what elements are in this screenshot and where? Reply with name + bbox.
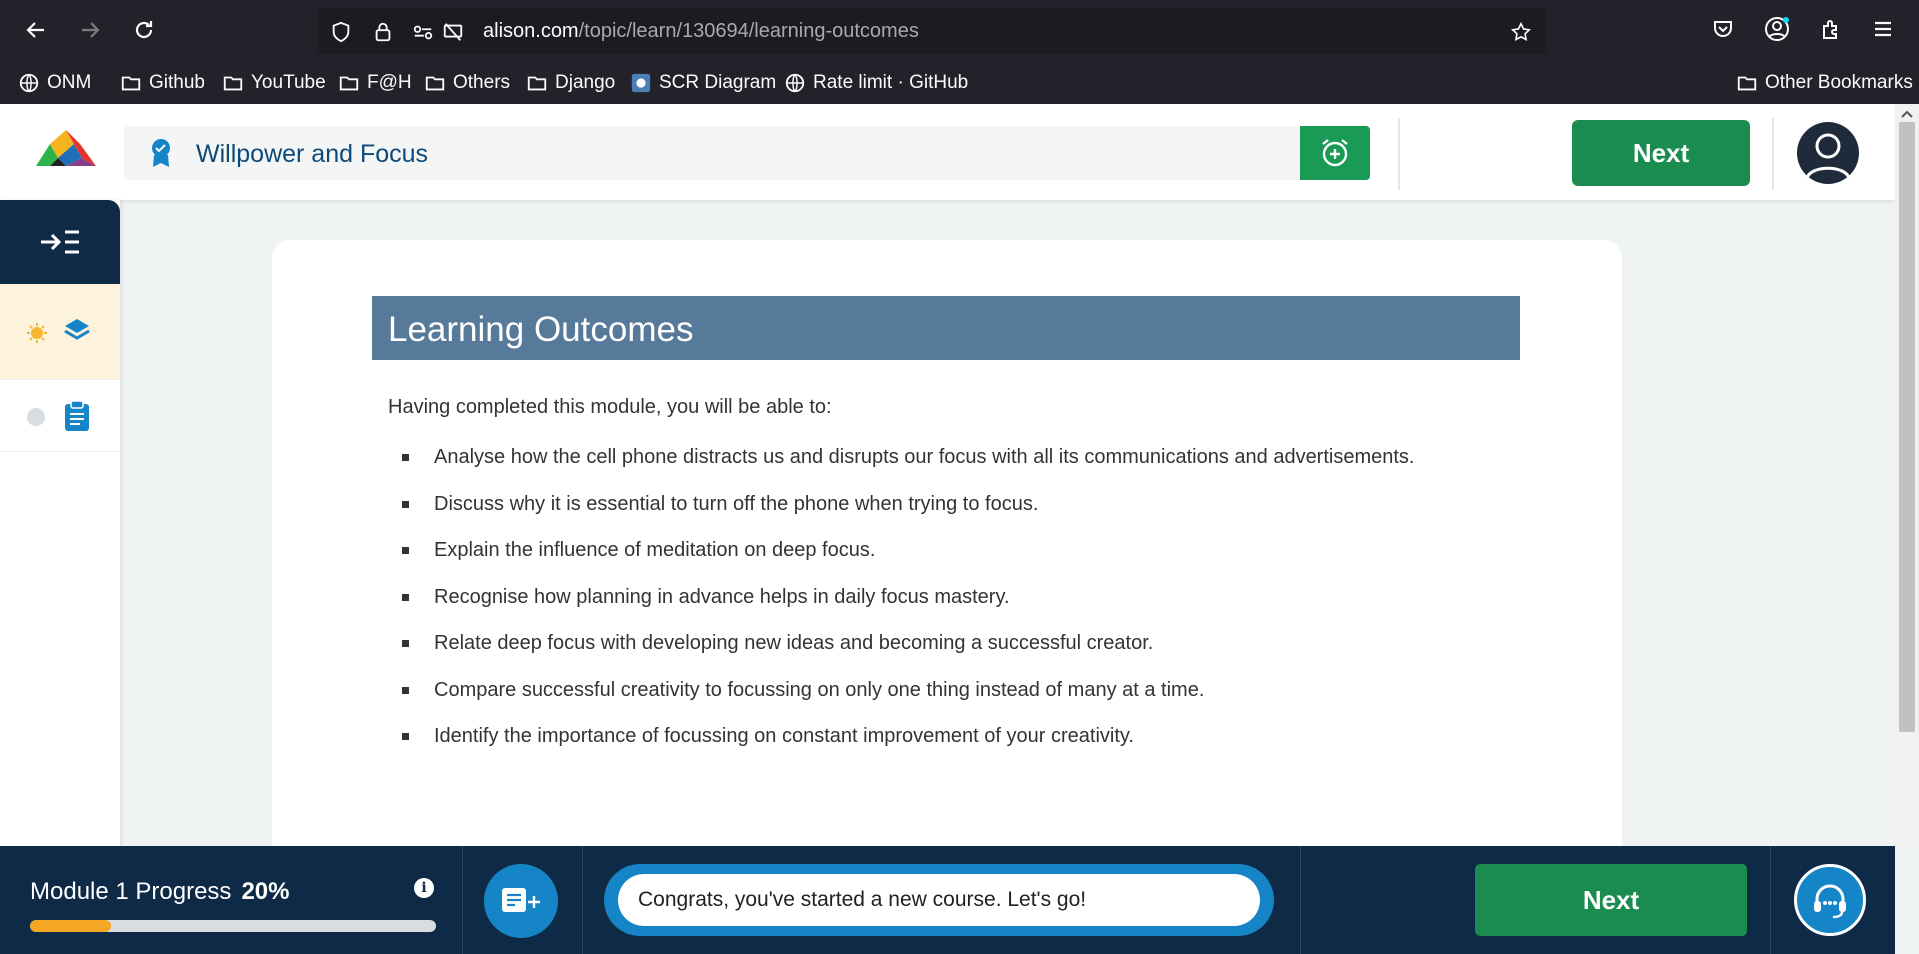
footer-divider [1300, 846, 1301, 954]
forward-arrow-icon [82, 22, 100, 38]
bullet-icon [402, 733, 409, 740]
next-button-top[interactable]: Next [1572, 120, 1750, 186]
note-add-icon [502, 888, 540, 912]
page-title: Learning Outcomes [388, 310, 694, 349]
folder-icon [121, 76, 141, 91]
message-text: Congrats, you've started a new course. L… [638, 888, 1087, 911]
folder-icon [1737, 76, 1757, 91]
footer-divider [1770, 846, 1771, 954]
bookmark-django[interactable]: Django [526, 70, 615, 96]
bullet-icon [402, 500, 409, 508]
reload-icon [135, 21, 153, 39]
outcomes-list: Analyse how the cell phone distracts us … [402, 446, 1415, 772]
bookmark-scr-diagram[interactable]: SCR Diagram [630, 70, 776, 96]
footer-divider [462, 846, 463, 954]
clipboard-icon [65, 400, 89, 431]
folder-icon [223, 76, 243, 91]
bullet-icon [402, 640, 409, 647]
status-dot [27, 408, 45, 426]
bookmark-onm[interactable]: ONM [18, 70, 91, 96]
message-banner: Congrats, you've started a new course. L… [604, 864, 1274, 936]
learning-outcomes-header: Learning Outcomes [372, 296, 1520, 360]
course-title: Willpower and Focus [196, 140, 429, 168]
forward-button[interactable] [72, 12, 108, 48]
bookmarks-bar: ONM Github YouTube F@H Others Django SCR… [0, 66, 1919, 100]
sidebar-item-assessment[interactable] [0, 380, 120, 452]
module-progress-label: Module 1 Progress 20% [30, 878, 290, 905]
menu-icon[interactable] [1868, 14, 1898, 44]
scroll-up-arrow-icon [1901, 110, 1913, 118]
back-button[interactable] [18, 12, 54, 48]
reload-button[interactable] [126, 12, 162, 48]
bullet-icon [402, 593, 409, 601]
folder-icon [527, 76, 547, 91]
course-footer: Module 1 Progress 20% i Congrats, you've … [0, 846, 1895, 954]
page-scrollbar[interactable] [1895, 104, 1919, 850]
pocket-icon[interactable] [1708, 14, 1738, 44]
add-note-button[interactable] [484, 864, 558, 938]
list-item: Identify the importance of focussing on … [402, 725, 1415, 772]
header-divider [1398, 118, 1400, 190]
sidebar-toggle-button[interactable] [0, 200, 120, 284]
bullet-icon [402, 547, 409, 554]
course-header: Willpower and Focus Next [0, 104, 1895, 200]
intro-text: Having completed this module, you will b… [388, 396, 832, 418]
header-divider [1772, 118, 1774, 190]
list-item: Explain the influence of meditation on d… [402, 539, 1415, 586]
bookmark-fah[interactable]: F@H [338, 70, 412, 96]
url-text[interactable]: alison.com/topic/learn/130694/learning-o… [483, 20, 919, 43]
folder-icon [339, 76, 359, 91]
list-item: Discuss why it is essential to turn off … [402, 493, 1415, 540]
bookmark-youtube[interactable]: YouTube [222, 70, 326, 96]
headset-icon [1814, 884, 1846, 919]
bookmark-others[interactable]: Others [424, 70, 510, 96]
module-sidebar [0, 200, 120, 850]
user-avatar[interactable] [1797, 122, 1859, 184]
lock-icon[interactable] [372, 21, 394, 43]
other-bookmarks[interactable]: Other Bookmarks [1736, 70, 1913, 96]
screen-share-blocked-icon[interactable] [442, 21, 464, 43]
content-card: Learning Outcomes Having completed this … [272, 240, 1622, 860]
help-support-button[interactable] [1794, 864, 1866, 936]
course-title-box: Willpower and Focus [124, 126, 1300, 180]
globe-icon [19, 73, 39, 93]
next-button-bottom[interactable]: Next [1475, 864, 1747, 936]
list-item: Compare successful creativity to focussi… [402, 679, 1415, 726]
scrollbar-thumb[interactable] [1899, 122, 1915, 732]
expand-menu-icon [41, 230, 79, 254]
bullet-icon [402, 686, 409, 694]
progress-bar [30, 920, 436, 932]
award-ribbon-icon [152, 139, 170, 167]
scr-diagram-favicon-icon [631, 73, 651, 93]
list-item: Recognise how planning in advance helps … [402, 586, 1415, 633]
progress-bar-fill [30, 920, 112, 932]
alison-logo[interactable] [36, 130, 96, 170]
list-item: Relate deep focus with developing new id… [402, 632, 1415, 679]
in-progress-sun-icon [27, 323, 47, 343]
bookmark-star-icon[interactable] [1510, 21, 1532, 43]
user-icon [1805, 133, 1851, 179]
browser-chrome: alison.com/topic/learn/130694/learning-o… [0, 0, 1919, 104]
footer-divider [582, 846, 583, 954]
info-icon[interactable]: i [414, 878, 434, 898]
bookmark-rate-limit[interactable]: Rate limit · GitHub [784, 70, 968, 96]
progress-percent: 20% [241, 878, 290, 905]
layers-icon [64, 319, 90, 340]
list-item: Analyse how the cell phone distracts us … [402, 446, 1415, 493]
sidebar-item-lesson[interactable] [0, 284, 120, 380]
globe-icon [785, 73, 805, 93]
bookmark-github[interactable]: Github [120, 70, 205, 96]
account-icon[interactable] [1762, 14, 1792, 44]
extensions-icon[interactable] [1816, 14, 1846, 44]
add-reminder-button[interactable] [1300, 126, 1370, 180]
shield-icon[interactable] [330, 21, 352, 43]
permissions-icon[interactable] [412, 21, 434, 43]
address-bar[interactable]: alison.com/topic/learn/130694/learning-o… [318, 8, 1546, 54]
bullet-icon [402, 454, 409, 461]
folder-icon [425, 76, 445, 91]
back-arrow-icon [26, 22, 44, 38]
alarm-clock-plus-icon [1322, 139, 1348, 167]
